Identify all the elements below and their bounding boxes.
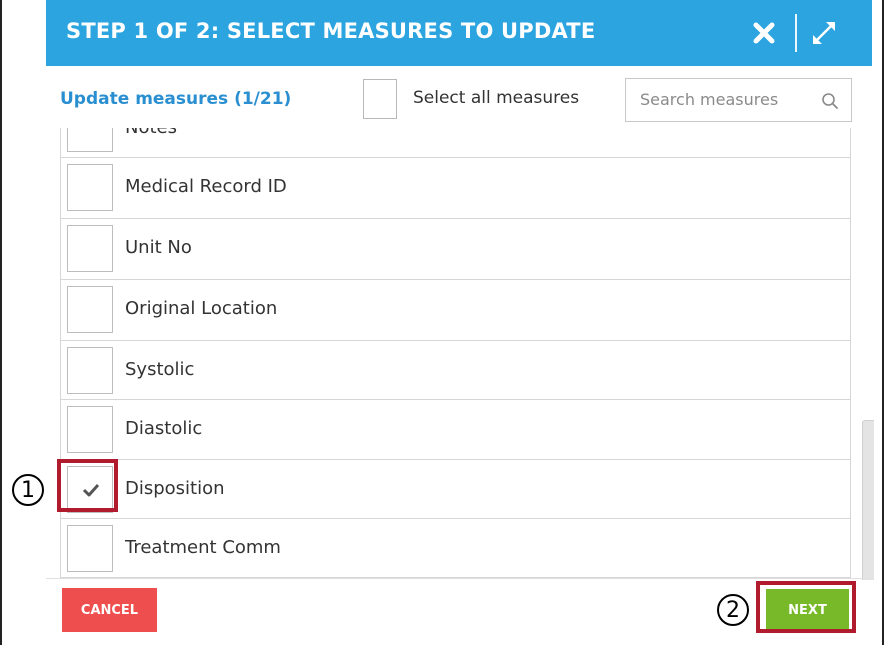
search-icon[interactable] [821,92,839,110]
measure-checkbox[interactable] [67,525,113,572]
list-item[interactable]: Systolic [61,340,850,399]
measure-checkbox[interactable] [67,128,113,152]
measure-label: Unit No [125,237,192,258]
list-item[interactable]: Diastolic [61,399,850,458]
measure-checkbox[interactable] [67,286,113,333]
measure-checkbox[interactable] [67,225,113,272]
expand-icon[interactable] [809,18,839,48]
measure-label: Systolic [125,359,195,380]
header-divider [795,14,797,52]
list-item[interactable]: Medical Record ID [61,157,850,216]
select-all-checkbox[interactable] [363,79,397,119]
measure-checkbox[interactable] [67,164,113,211]
footer-divider [46,578,872,579]
select-all-label: Select all measures [413,88,580,108]
measure-label: Diastolic [125,418,203,439]
step-2-callout: 2 [717,594,749,626]
cancel-button[interactable]: CANCEL [62,588,157,632]
list-item[interactable]: Original Location [61,279,850,338]
checkmark-icon [82,483,100,497]
measure-checkbox-checked[interactable] [67,466,113,513]
select-measures-dialog: STEP 1 OF 2: SELECT MEASURES TO UPDATE U… [46,0,874,645]
list-item[interactable]: Disposition [61,459,850,518]
list-item[interactable]: Unit No [61,218,850,277]
dialog-title: STEP 1 OF 2: SELECT MEASURES TO UPDATE [66,19,596,43]
measure-label: Treatment Comm [125,537,281,558]
search-box [625,78,852,122]
list-item[interactable]: Treatment Comm [61,518,850,577]
measure-checkbox[interactable] [67,347,113,394]
list-item[interactable]: Notes [61,128,850,157]
measure-label: Disposition [125,478,225,499]
close-icon[interactable] [749,18,779,48]
measure-label: Medical Record ID [125,176,287,197]
measures-list[interactable]: Notes Medical Record ID Unit No Original… [60,128,851,578]
screenshot-frame-left [0,0,2,645]
update-measures-count: Update measures (1/21) [60,89,292,109]
step-1-callout: 1 [12,474,44,506]
dialog-header: STEP 1 OF 2: SELECT MEASURES TO UPDATE [46,0,872,66]
list-scrollbar-thumb[interactable] [862,420,874,580]
measure-label: Notes [125,128,177,138]
measure-checkbox[interactable] [67,406,113,453]
next-button[interactable]: NEXT [766,589,849,631]
measure-label: Original Location [125,298,278,319]
search-input[interactable] [640,90,810,109]
